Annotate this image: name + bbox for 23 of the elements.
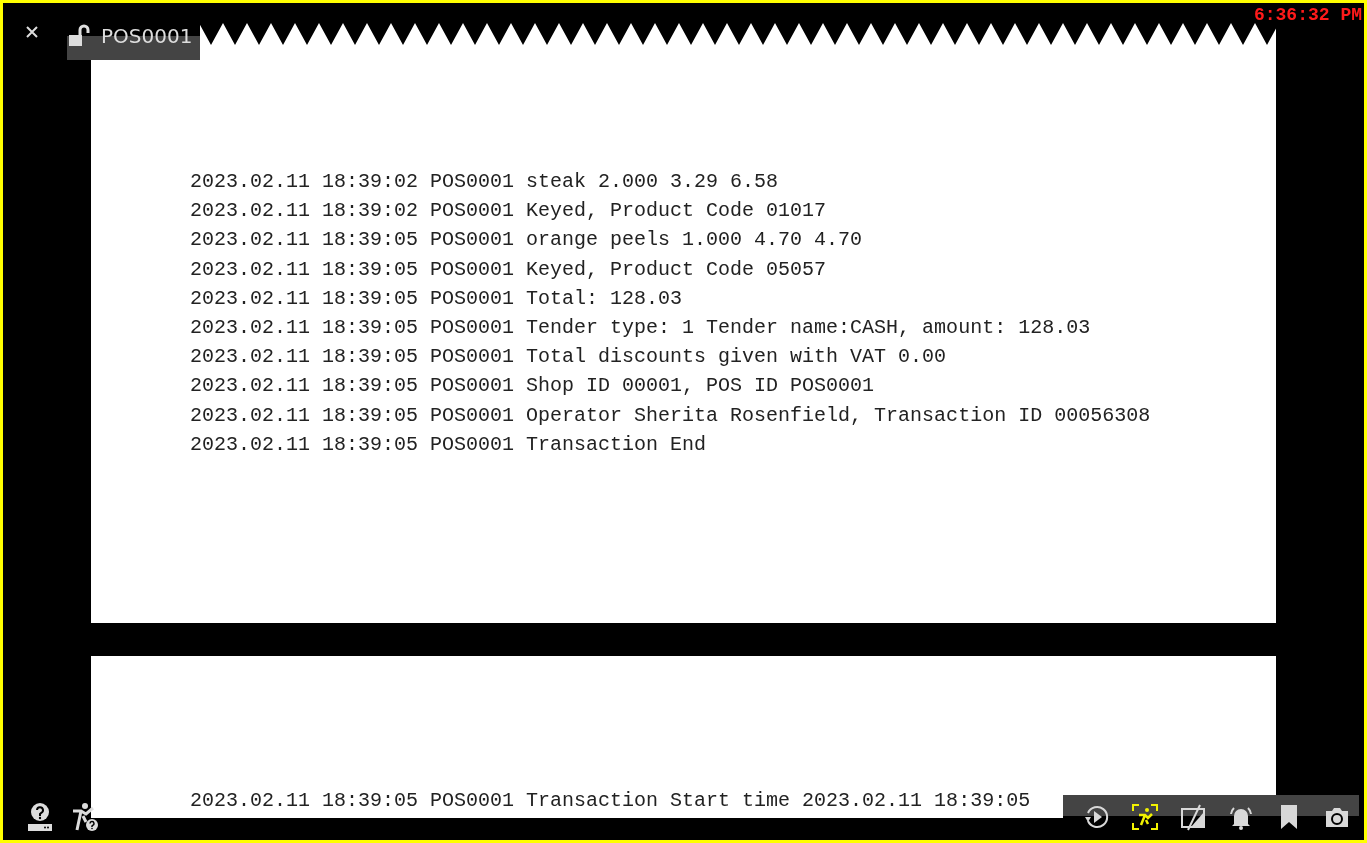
receipt-line: 2023.02.11 18:39:05 POS0001 Tender type: 1 Tender name:CASH, amount: 128.03 [190, 315, 1092, 341]
mask-icon [1179, 803, 1207, 831]
mask-button[interactable] [1179, 803, 1207, 831]
clock-time: 6:36:32 PM [1253, 5, 1362, 25]
replay-button[interactable] [1083, 803, 1111, 831]
receipt-line: 2023.02.11 18:39:05 POS0001 Transaction End [190, 431, 708, 458]
motion-button[interactable] [1131, 803, 1159, 831]
motion-help-button[interactable] [71, 802, 99, 832]
receipt-line: 2023.02.11 18:39:05 POS0001 Transaction Start time 2023.02.11 18:39:05 [190, 788, 1032, 814]
unlocked-icon[interactable] [67, 24, 91, 48]
device-help-button[interactable] [27, 802, 53, 832]
receipt-line: 2023.02.11 18:39:02 POS0001 steak 2.000 3.29 6.58 [190, 169, 780, 195]
replay-icon [1083, 803, 1111, 831]
receipt-line: 2023.02.11 18:39:05 POS0001 Total: 128.03 [190, 285, 684, 312]
receipt-line: 2023.02.11 18:39:05 POS0001 Total discounts given with VAT 0.00 [190, 344, 948, 371]
receipt-line: 2023.02.11 18:39:05 POS0001 Operator Sherita Rosenfield, Transaction ID 00056308 [190, 402, 1152, 429]
motion-detection-icon [1131, 803, 1159, 831]
receipt-line: 2023.02.11 18:39:05 POS0001 orange peels 1.000 4.70 4.70 [190, 227, 864, 254]
receipt-line: 2023.02.11 18:39:05 POS0001 Keyed, Product Code 05057 [190, 256, 828, 283]
receipt-line: 2023.02.11 18:39:02 POS0001 Keyed, Product Code 01017 [190, 198, 828, 225]
channel-title: POS0001 [101, 24, 193, 48]
close-icon [25, 25, 39, 39]
receipt-line: 2023.02.11 18:39:05 POS0001 Shop ID 00001, POS ID POS0001 [190, 373, 876, 400]
